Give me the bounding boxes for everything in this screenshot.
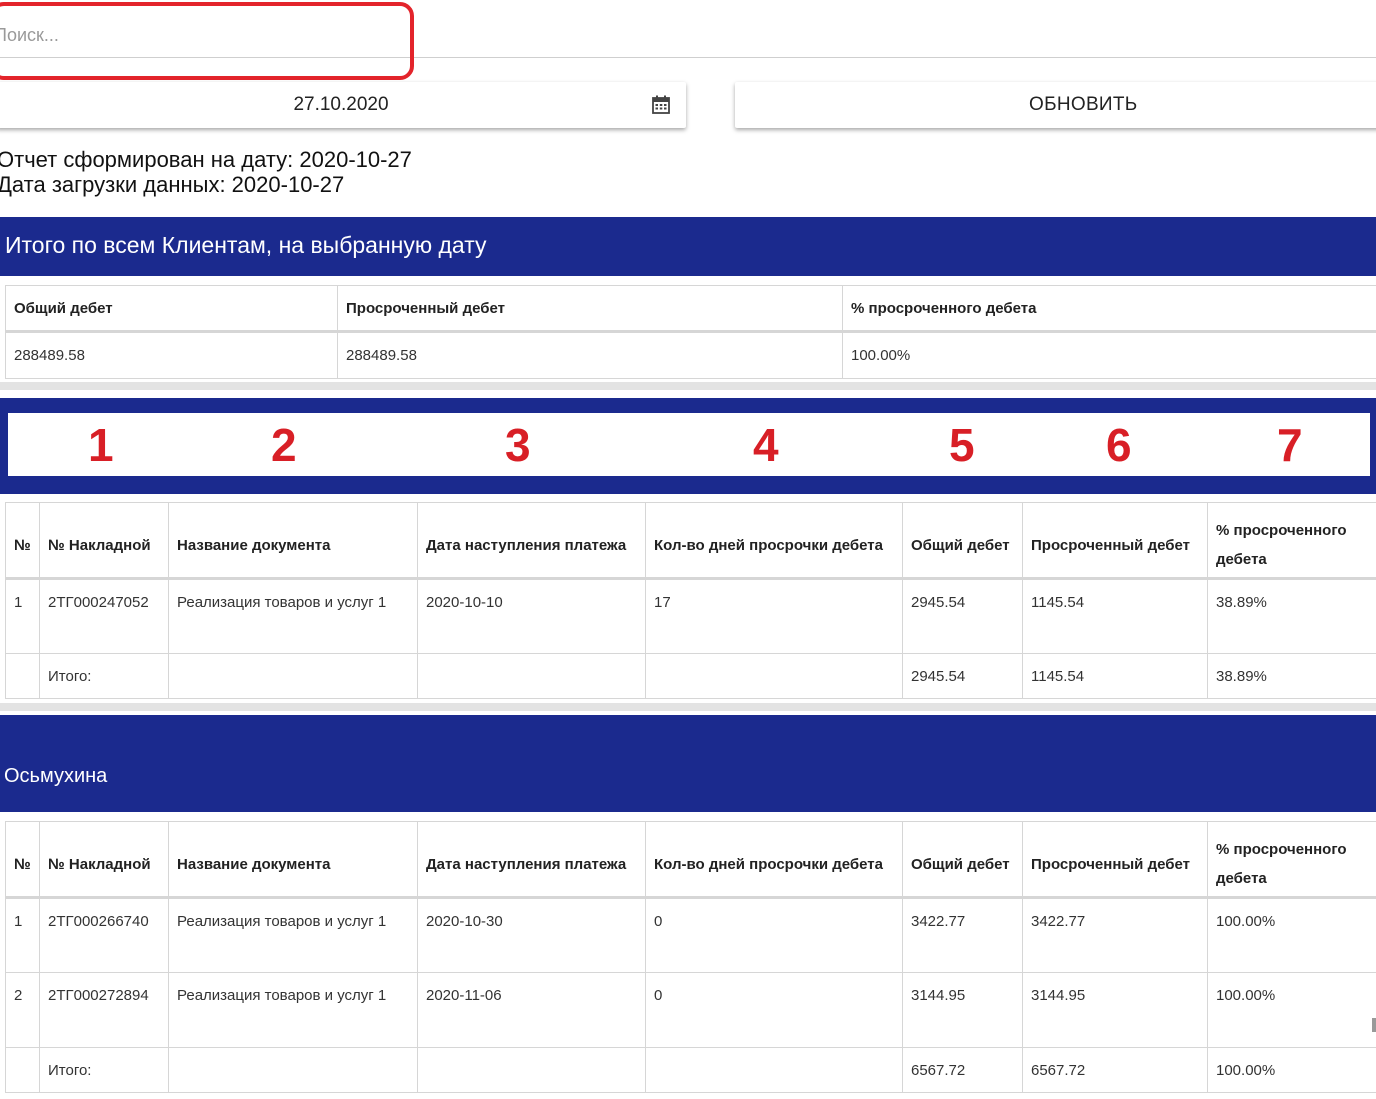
sum-total-debit: 6567.72 (902, 1047, 1023, 1093)
empty-cell (645, 653, 903, 699)
column-header: Общий дебет (5, 285, 338, 332)
column-header: % просроченного дебета (1207, 821, 1376, 898)
table-row: 288489.58 288489.58 100.00% (5, 331, 1376, 379)
empty-cell (417, 1047, 646, 1093)
invoice-cell: 2ТГ000247052 (39, 578, 169, 654)
overdue-pct-cell: 100.00% (842, 331, 1376, 379)
column-header: % просроченного дебета (1207, 502, 1376, 579)
scrollbar-marker[interactable] (1372, 1018, 1376, 1032)
empty-cell (168, 653, 418, 699)
column-header: № (5, 502, 40, 579)
section-divider (0, 382, 1376, 390)
report-date-text: Отчет сформирован на дату: 2020-10-27 (0, 147, 412, 172)
column-header: Кол-во дней просрочки дебета (645, 502, 903, 579)
empty-cell (645, 1047, 903, 1093)
column-header: № (5, 821, 40, 898)
column-header: Название документа (168, 821, 418, 898)
sum-overdue-debit: 6567.72 (1022, 1047, 1208, 1093)
overdue-debit-cell: 1145.54 (1022, 578, 1208, 654)
overdue-pct-cell: 100.00% (1207, 897, 1376, 973)
calendar-icon[interactable] (652, 95, 670, 114)
doc-name-cell: Реализация товаров и услуг 1 (168, 972, 418, 1048)
row-number: 2 (5, 972, 40, 1048)
table-row: 1 2ТГ000247052 Реализация товаров и услу… (5, 578, 1376, 654)
load-date-text: Дата загрузки данных: 2020-10-27 (0, 172, 345, 197)
totals-section-header: Итого по всем Клиентам, на выбранную дат… (0, 217, 1376, 276)
total-debit-cell: 288489.58 (5, 331, 338, 379)
doc-name-cell: Реализация товаров и услуг 1 (168, 578, 418, 654)
annotation-number: 7 (1277, 419, 1303, 471)
total-debit-cell: 3144.95 (902, 972, 1023, 1048)
column-header: % просроченного дебета (842, 285, 1376, 332)
overdue-pct-cell: 38.89% (1207, 578, 1376, 654)
client-1-table: № № Накладной Название документа Дата на… (5, 502, 1376, 699)
annotation-number: 5 (949, 419, 975, 471)
sum-row: Итого: 6567.72 6567.72 100.00% (5, 1047, 1376, 1093)
overdue-pct-cell: 100.00% (1207, 972, 1376, 1048)
client-2-section-header: Осьмухина (0, 715, 1376, 812)
column-header: № Накладной (39, 502, 169, 579)
due-date-cell: 2020-10-10 (417, 578, 646, 654)
column-header: Просроченный дебет (1022, 502, 1208, 579)
client-2-table: № № Накладной Название документа Дата на… (5, 821, 1376, 1093)
column-header: № Накладной (39, 821, 169, 898)
column-header: Название документа (168, 502, 418, 579)
overdue-days-cell: 0 (645, 897, 903, 973)
empty-cell (5, 653, 40, 699)
annotation-number: 2 (271, 419, 297, 471)
sum-total-debit: 2945.54 (902, 653, 1023, 699)
annotation-overlay: 1 2 3 4 5 6 7 (8, 413, 1370, 476)
overdue-debit-cell: 3144.95 (1022, 972, 1208, 1048)
sum-row: Итого: 2945.54 1145.54 38.89% (5, 653, 1376, 699)
annotation-number: 6 (1106, 419, 1132, 471)
sum-label: Итого: (39, 653, 169, 699)
sum-overdue-pct: 100.00% (1207, 1047, 1376, 1093)
refresh-button[interactable]: ОБНОВИТЬ (735, 82, 1376, 128)
overdue-days-cell: 17 (645, 578, 903, 654)
annotation-number: 1 (88, 419, 114, 471)
column-header: Общий дебет (902, 821, 1023, 898)
overdue-debit-cell: 3422.77 (1022, 897, 1208, 973)
row-number: 1 (5, 897, 40, 973)
totals-section-title: Итого по всем Клиентам, на выбранную дат… (5, 232, 487, 258)
table-header-row: Общий дебет Просроченный дебет % просроч… (5, 285, 1376, 332)
table-row: 2 2ТГ000272894 Реализация товаров и услу… (5, 972, 1376, 1048)
column-header: Дата наступления платежа (417, 502, 646, 579)
column-header: Общий дебет (902, 502, 1023, 579)
overdue-days-cell: 0 (645, 972, 903, 1048)
column-header: Просроченный дебет (1022, 821, 1208, 898)
column-header: Дата наступления платежа (417, 821, 646, 898)
empty-cell (5, 1047, 40, 1093)
table-header-row: № № Накладной Название документа Дата на… (5, 821, 1376, 898)
date-picker[interactable]: 27.10.2020 (0, 82, 686, 128)
search-area (0, 0, 1376, 80)
table-header-row: № № Накладной Название документа Дата на… (5, 502, 1376, 579)
sum-overdue-debit: 1145.54 (1022, 653, 1208, 699)
search-input[interactable] (0, 14, 1376, 58)
total-debit-cell: 3422.77 (902, 897, 1023, 973)
client-2-name: Осьмухина (4, 765, 108, 787)
invoice-cell: 2ТГ000266740 (39, 897, 169, 973)
row-number: 1 (5, 578, 40, 654)
empty-cell (417, 653, 646, 699)
due-date-cell: 2020-11-06 (417, 972, 646, 1048)
date-value: 27.10.2020 (293, 94, 389, 115)
overdue-debit-cell: 288489.58 (337, 331, 843, 379)
sum-overdue-pct: 38.89% (1207, 653, 1376, 699)
column-header: Кол-во дней просрочки дебета (645, 821, 903, 898)
annotation-number: 4 (753, 419, 779, 471)
column-header: Просроченный дебет (337, 285, 843, 332)
due-date-cell: 2020-10-30 (417, 897, 646, 973)
annotation-number: 3 (505, 419, 531, 471)
totals-table: Общий дебет Просроченный дебет % просроч… (5, 285, 1376, 379)
empty-cell (168, 1047, 418, 1093)
table-row: 1 2ТГ000266740 Реализация товаров и услу… (5, 897, 1376, 973)
client-1-section-header: 1 2 3 4 5 6 7 (0, 398, 1376, 494)
doc-name-cell: Реализация товаров и услуг 1 (168, 897, 418, 973)
invoice-cell: 2ТГ000272894 (39, 972, 169, 1048)
sum-label: Итого: (39, 1047, 169, 1093)
section-divider (0, 703, 1376, 711)
total-debit-cell: 2945.54 (902, 578, 1023, 654)
